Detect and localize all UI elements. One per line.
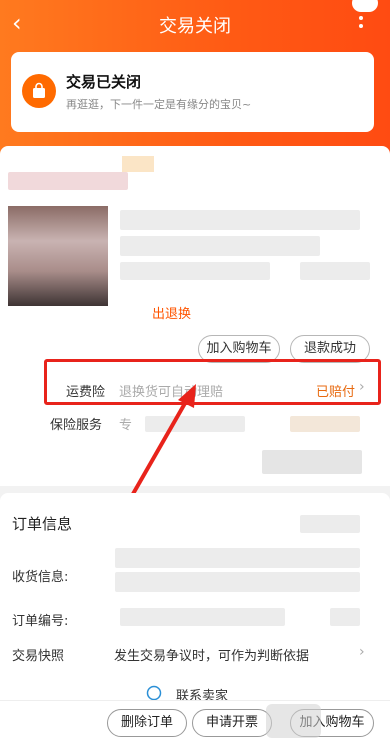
receiver-name-blur: [115, 548, 360, 568]
more-dot-icon: [359, 24, 363, 28]
copy-button-blur[interactable]: [330, 608, 360, 626]
shop-name-blur[interactable]: [8, 172, 128, 190]
receiver-address-blur: [115, 572, 360, 592]
shopping-bag-icon: [22, 74, 56, 108]
chevron-right-icon: ›: [359, 644, 365, 660]
watermark-logo: [266, 704, 321, 738]
status-subtitle: 再逛逛，下一件一定是有缘分的宝贝~: [66, 98, 252, 111]
total-price-blur: [262, 450, 362, 474]
notification-bubble-icon: [352, 0, 378, 12]
refund-link-blur: [122, 156, 154, 172]
contact-seller-button[interactable]: 联系卖家: [146, 685, 246, 704]
more-menu-button[interactable]: [350, 0, 378, 32]
order-info-blur: [300, 515, 360, 533]
order-number-label: 订单编号:: [12, 614, 69, 629]
request-invoice-button[interactable]: 申请开票: [192, 709, 272, 737]
snapshot-value[interactable]: 发生交易争议时，可作为判断依据: [114, 645, 309, 664]
snapshot-label: 交易快照: [12, 649, 65, 664]
product-name-blur[interactable]: [120, 236, 320, 256]
product-price-blur: [300, 262, 370, 280]
status-title: 交易已关闭: [66, 73, 142, 91]
product-thumbnail[interactable]: [8, 206, 108, 306]
product-name-blur[interactable]: [120, 210, 360, 230]
delete-order-button[interactable]: 删除订单: [107, 709, 187, 737]
insurance-price-blur: [290, 416, 360, 432]
order-number-blur: [120, 608, 285, 626]
order-info-title: 订单信息: [12, 515, 73, 533]
more-dot-icon: [359, 16, 363, 20]
product-sku-blur: [120, 262, 270, 280]
bottom-action-bar: 删除订单 申请开票 加入购物车: [0, 700, 390, 743]
page-title: 交易关闭: [159, 16, 231, 37]
chat-icon: [146, 685, 162, 701]
refund-exchange-link[interactable]: 出退换: [152, 303, 191, 322]
trade-closed-card: 交易已关闭 再逛逛，下一件一定是有缘分的宝贝~: [11, 52, 374, 132]
receiver-label: 收货信息:: [12, 570, 69, 585]
